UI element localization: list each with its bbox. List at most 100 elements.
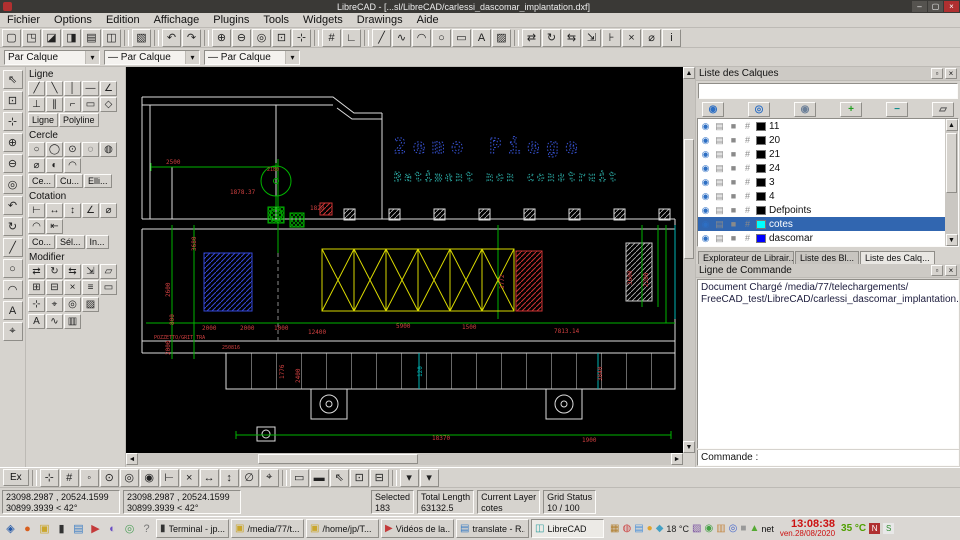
tool-icon[interactable]: ◎ <box>3 175 23 194</box>
layer-visibility-icon[interactable]: ◉ <box>700 233 711 244</box>
layer-filter-input[interactable] <box>698 83 958 99</box>
layer-name[interactable]: 21 <box>769 149 956 160</box>
layer-construction-icon[interactable]: # <box>742 191 753 201</box>
tray-icon[interactable]: ▧ <box>692 523 701 534</box>
panel-tab[interactable]: Liste des Bl... <box>795 251 859 264</box>
menu-item[interactable]: Drawings <box>350 13 410 28</box>
toolbar-icon[interactable]: ◨ <box>62 29 81 47</box>
tray-icon[interactable]: ◆ <box>656 523 664 534</box>
dimension-tool-icon[interactable]: ↔ <box>46 203 63 218</box>
scroll-thumb[interactable] <box>258 454 418 464</box>
layer-lock-icon[interactable]: ■ <box>728 163 739 173</box>
line-tool-icon[interactable]: ◇ <box>100 97 117 112</box>
launcher-icon[interactable]: ▮ <box>54 520 69 537</box>
layer-name[interactable]: 11 <box>769 121 956 132</box>
layer-color-swatch[interactable] <box>756 178 766 187</box>
circle-tool-icon[interactable]: ◐ <box>46 158 63 173</box>
layer-lock-icon[interactable]: ■ <box>728 135 739 145</box>
toolbar-icon[interactable]: # <box>322 29 341 47</box>
toolbar-icon[interactable]: ⇄ <box>522 29 541 47</box>
tool-icon[interactable]: ⊕ <box>3 133 23 152</box>
layer-toolbar-icon[interactable]: + <box>840 102 862 117</box>
menu-item[interactable]: Fichier <box>0 13 47 28</box>
pen-combobox[interactable]: — Par Calque ▾ <box>204 50 300 65</box>
tray-icon[interactable]: ● <box>647 523 653 534</box>
snap-icon[interactable]: ↔ <box>200 469 219 487</box>
layer-print-icon[interactable]: ▤ <box>714 121 725 132</box>
layer-construction-icon[interactable]: # <box>742 205 753 215</box>
close-panel-icon[interactable]: × <box>945 265 957 276</box>
close-button[interactable]: × <box>944 1 959 12</box>
toolbar-icon[interactable]: ⊖ <box>232 29 251 47</box>
cad-canvas[interactable]: 25001878.3721801828368026008002000200020… <box>126 67 683 453</box>
dimension-tool-icon[interactable]: ↕ <box>64 203 81 218</box>
dimension-tool-icon[interactable]: ⇤ <box>46 219 63 234</box>
dimension-tool-icon[interactable]: ⌀ <box>100 203 117 218</box>
dock-tab[interactable]: Elli... <box>84 174 112 188</box>
line-tool-icon[interactable]: ⊥ <box>28 97 45 112</box>
tool-icon[interactable]: ↻ <box>3 217 23 236</box>
layer-name[interactable]: 3 <box>769 177 956 188</box>
float-panel-icon[interactable]: ▫ <box>931 265 943 276</box>
snap-icon[interactable]: ⊹ <box>40 469 59 487</box>
toolbar-icon[interactable]: ↷ <box>182 29 201 47</box>
layer-lock-icon[interactable]: ■ <box>728 121 739 131</box>
tray-icon[interactable]: ◎ <box>729 523 738 534</box>
layer-color-swatch[interactable] <box>756 122 766 131</box>
taskbar-window-button[interactable]: ▣ /home/jp/T... <box>306 519 379 538</box>
toolbar-icon[interactable]: i <box>662 29 681 47</box>
layer-toolbar-icon[interactable]: ◎ <box>748 102 770 117</box>
layer-toolbar-icon[interactable]: − <box>886 102 908 117</box>
pen-combobox[interactable]: — Par Calque ▾ <box>104 50 200 65</box>
tool-icon[interactable]: ⊹ <box>3 112 23 131</box>
layer-color-swatch[interactable] <box>756 164 766 173</box>
launcher-icon[interactable]: ▣ <box>37 520 52 537</box>
layer-print-icon[interactable]: ▤ <box>714 219 725 230</box>
launcher-icon[interactable]: ▶ <box>88 520 103 537</box>
tray-icon[interactable]: ▥ <box>716 523 725 534</box>
layer-name[interactable]: 20 <box>769 135 956 146</box>
command-input[interactable] <box>761 452 955 463</box>
toolbar-icon[interactable]: ╱ <box>372 29 391 47</box>
scroll-right-icon[interactable]: ► <box>671 453 683 465</box>
menu-item[interactable]: Widgets <box>296 13 350 28</box>
layer-lock-icon[interactable]: ■ <box>728 177 739 187</box>
tray-icon[interactable]: ▤ <box>634 523 643 534</box>
selection-icon[interactable]: ⊟ <box>370 469 389 487</box>
modify-tool-icon[interactable]: ⊟ <box>46 280 63 295</box>
layer-lock-icon[interactable]: ■ <box>728 191 739 201</box>
toolbar-icon[interactable]: ⊦ <box>602 29 621 47</box>
dropdown-menu-icon[interactable]: ▾ <box>400 469 419 487</box>
toolbar-icon[interactable]: ◫ <box>102 29 121 47</box>
toolbar-icon[interactable]: ⇲ <box>582 29 601 47</box>
taskbar-window-button[interactable]: ▮ Terminal - jp... <box>156 519 229 538</box>
line-tool-icon[interactable]: — <box>82 81 99 96</box>
toolbar-icon[interactable] <box>364 30 369 46</box>
toolbar-icon[interactable]: ◳ <box>22 29 41 47</box>
layer-name[interactable]: Defpoints <box>769 205 956 216</box>
scroll-up-icon[interactable]: ▲ <box>683 67 695 79</box>
scroll-thumb[interactable] <box>946 133 957 193</box>
layer-color-swatch[interactable] <box>756 150 766 159</box>
tray-icon[interactable]: ■ <box>740 523 746 534</box>
panel-tab[interactable]: Explorateur de Librair... <box>698 251 794 264</box>
modify-tool-icon[interactable]: ◎ <box>64 297 81 312</box>
tool-icon[interactable]: ⊡ <box>3 91 23 110</box>
line-tool-icon[interactable]: │ <box>64 81 81 96</box>
launcher-icon[interactable]: ▤ <box>71 520 86 537</box>
dock-tab[interactable]: Ligne <box>28 113 58 127</box>
circle-tool-icon[interactable]: ◌ <box>82 142 99 157</box>
layer-visibility-icon[interactable]: ◉ <box>700 219 711 230</box>
dock-tab[interactable]: Cu... <box>56 174 83 188</box>
vertical-scrollbar[interactable]: ▲ ▼ <box>683 67 695 453</box>
layer-name[interactable]: 24 <box>769 163 956 174</box>
panel-tab[interactable]: Liste des Calq... <box>860 251 935 264</box>
layer-construction-icon[interactable]: # <box>742 149 753 159</box>
circle-tool-icon[interactable]: ◯ <box>46 142 63 157</box>
layer-name[interactable]: 4 <box>769 191 956 202</box>
modify-tool-icon[interactable]: ⇲ <box>82 264 99 279</box>
modify-tool-icon[interactable]: ▱ <box>100 264 117 279</box>
launcher-icon[interactable]: ◈ <box>3 520 18 537</box>
tool-icon[interactable]: ↶ <box>3 196 23 215</box>
tool-icon[interactable]: ╱ <box>3 238 23 257</box>
